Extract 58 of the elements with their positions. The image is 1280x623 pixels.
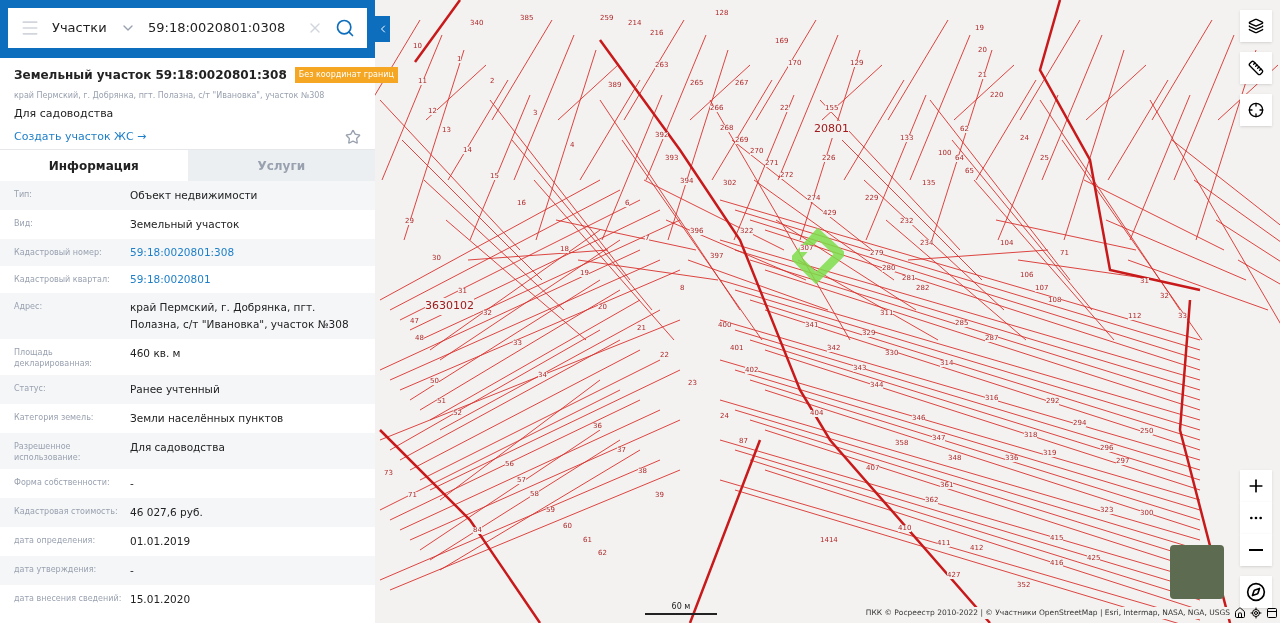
field-value: Объект недвижимости — [130, 188, 258, 203]
quarter-label: 3630102 — [425, 298, 474, 315]
parcel-purpose: Для садоводства — [14, 106, 115, 122]
layers-icon — [1248, 18, 1264, 34]
field-label: Кадастровый квартал: — [14, 274, 111, 286]
field-value: - — [130, 563, 134, 578]
field-label: Разрешенное использование: — [14, 441, 82, 463]
field-link[interactable]: 59:18:0020801:308 — [130, 245, 235, 260]
field-label: Кадастровая стоимость: — [14, 506, 119, 518]
parcel-address: край Пермский, г. Добрянка, пгт. Полазна, с/т "Ивановка", участок №308 — [14, 90, 326, 102]
field-value: 46 027,6 руб. — [130, 505, 203, 520]
parcel-title: Земельный участок 59:18:0020801:308 — [14, 67, 287, 84]
scale-bar — [645, 613, 717, 615]
crosshair-icon — [1248, 102, 1264, 118]
field-value: 01.01.2019 — [130, 534, 191, 549]
tab[interactable]: Услуги — [187, 150, 375, 181]
field-label: Вид: — [14, 218, 34, 230]
field-link[interactable]: 59:18:0020801 — [130, 272, 211, 287]
field-label: дата определения: — [14, 535, 97, 547]
ruler-icon — [1248, 60, 1264, 76]
field-value: край Пермский, г. Добрянка, пгт. Полазна, с/т "Ивановка", участок №308 — [130, 300, 350, 332]
favorite-star-icon[interactable] — [345, 128, 361, 145]
field-value: Земли населённых пунктов — [130, 411, 284, 426]
highlighted-parcel[interactable] — [792, 228, 844, 284]
search-field[interactable]: 59:18:0020801:0308 — [148, 18, 295, 38]
field-label: Форма собственности: — [14, 477, 111, 489]
field-label: Площадь декларированная: — [14, 347, 94, 369]
field-label: Статус: — [14, 383, 47, 395]
zoom-in-button[interactable] — [1240, 470, 1272, 502]
category-select[interactable]: Участки — [52, 18, 108, 38]
field-value: 460 кв. м — [130, 346, 181, 361]
field-value: 15.01.2020 — [130, 592, 191, 607]
window-icon[interactable] — [1266, 607, 1278, 619]
field-label: дата внесения сведений: — [14, 593, 122, 605]
home-icon[interactable] — [1234, 607, 1246, 619]
status-badge: Без координат границ — [294, 67, 398, 83]
ruler-button[interactable] — [1240, 52, 1272, 84]
field-value: - — [130, 476, 134, 491]
locate-icon[interactable] — [1250, 607, 1262, 619]
compass-icon — [1246, 582, 1266, 602]
quarter-label: 20801 — [814, 121, 849, 138]
search-icon[interactable] — [335, 18, 355, 38]
field-label: Кадастровый номер: — [14, 247, 103, 259]
field-label: Категория земель: — [14, 412, 95, 424]
satellite-thumbnail[interactable] — [1170, 545, 1224, 599]
field-value: Для садоводства — [130, 440, 225, 455]
scale-label: 60 м — [671, 601, 691, 613]
field-label: дата утверждения: — [14, 564, 98, 576]
field-value: Ранее учтенный — [130, 382, 220, 397]
compass-button[interactable] — [1240, 576, 1272, 608]
minus-icon — [1249, 549, 1263, 551]
locate-button[interactable] — [1240, 94, 1272, 126]
field-label: Адрес: — [14, 301, 44, 313]
layers-button[interactable] — [1240, 10, 1272, 42]
field-value: Земельный участок — [130, 217, 240, 232]
zoom-out-button[interactable] — [1240, 534, 1272, 566]
field-label: Тип: — [14, 189, 33, 201]
create-parcel-link[interactable]: Создать участок ЖС → — [14, 128, 147, 145]
